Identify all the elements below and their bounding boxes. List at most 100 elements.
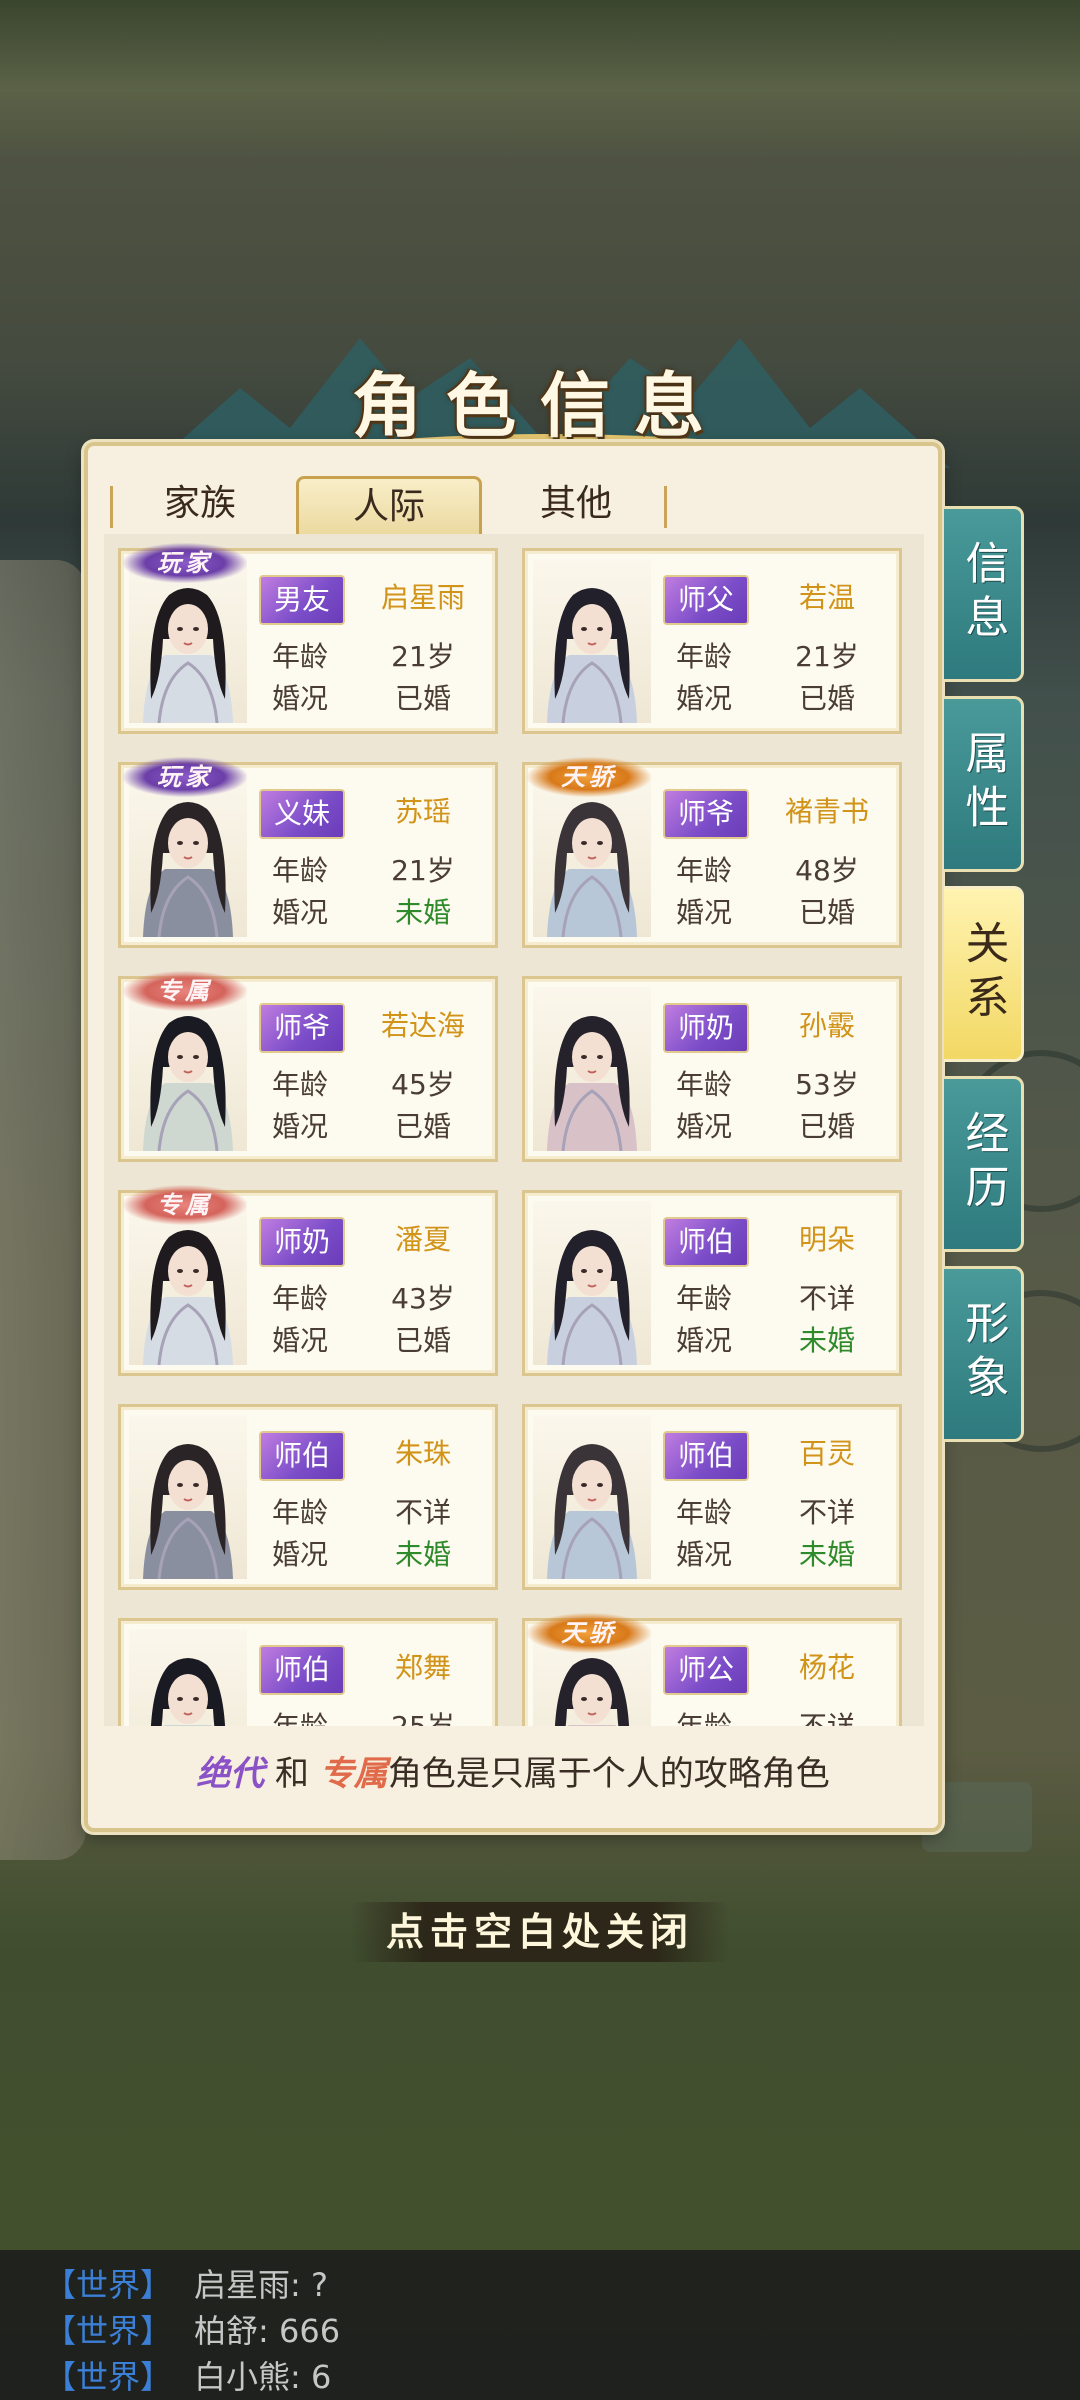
tab-separator — [664, 486, 667, 528]
character-badge: 天骄 — [527, 757, 651, 797]
age-label: 年龄 — [675, 1282, 732, 1315]
chat-message: 启星雨: ? — [194, 2266, 328, 2304]
character-name: 明朵 — [798, 1223, 855, 1256]
marriage-value: 已婚 — [798, 896, 855, 929]
character-card[interactable]: 师奶 孙霰 年龄 53岁 婚况 已婚 — [522, 976, 902, 1162]
side-tab-label: 信息 — [957, 540, 1009, 648]
character-portrait — [533, 987, 651, 1151]
side-tab-relations[interactable]: 关系 — [944, 886, 1024, 1062]
character-card[interactable]: 专属 师奶 潘夏年龄 43岁婚况 已婚 — [118, 1185, 498, 1376]
marriage-value: 未婚 — [798, 1538, 855, 1571]
character-badge: 玩家 — [123, 757, 247, 797]
relation-tag: 师父 — [663, 575, 749, 625]
character-name: 潘夏 — [394, 1223, 451, 1256]
relation-tag: 师奶 — [259, 1217, 345, 1267]
character-name: 若温 — [798, 581, 855, 614]
age-value: 48岁 — [795, 854, 859, 887]
marriage-value: 未婚 — [798, 1324, 855, 1357]
marriage-value: 已婚 — [394, 682, 451, 715]
character-badge: 玩家 — [123, 543, 247, 583]
age-label: 年龄 — [675, 1496, 732, 1529]
tab-family[interactable]: 家族 — [120, 476, 280, 532]
character-badge: 天骄 — [527, 1613, 651, 1653]
character-portrait — [129, 1629, 247, 1726]
relation-tag: 男友 — [259, 575, 345, 625]
age-label: 年龄 — [271, 854, 328, 887]
relation-tag: 师公 — [663, 1645, 749, 1695]
age-value: 45岁 — [391, 1068, 455, 1101]
relation-tag: 师伯 — [663, 1217, 749, 1267]
marriage-value: 未婚 — [394, 1538, 451, 1571]
character-portrait — [533, 559, 651, 723]
character-portrait — [533, 1201, 651, 1365]
side-tab-attributes[interactable]: 属性 — [944, 696, 1024, 872]
character-card[interactable]: 专属 师爷 若达海 年龄 45岁 婚况 已婚 — [118, 971, 498, 1162]
character-card[interactable]: 师父 若温 年龄 21岁 婚况 已婚 — [522, 548, 902, 734]
age-value: 不详 — [394, 1496, 451, 1529]
side-tab-info[interactable]: 信息 — [944, 506, 1024, 682]
chat-line: 【世界】 白小熊: 6 — [44, 2352, 331, 2398]
age-label: 年龄 — [271, 640, 328, 673]
character-card[interactable]: 师伯郑舞年龄25岁婚况 — [118, 1618, 498, 1726]
marriage-label: 婚况 — [675, 682, 732, 715]
character-card[interactable]: 玩家 义妹 苏瑶 年龄 21岁 婚况 未婚 — [118, 757, 498, 948]
character-portrait — [129, 773, 247, 937]
character-card[interactable]: 天骄 师爷 褚青书 年龄 48岁 婚况 已婚 — [522, 757, 902, 948]
side-tab-appearance[interactable]: 形象 — [944, 1266, 1024, 1442]
relation-tabs: 家族 人际 其他 — [110, 476, 670, 536]
character-badge: 专属 — [123, 1185, 247, 1225]
age-value: 43岁 — [391, 1282, 455, 1315]
chat-message: 白小熊: 6 — [194, 2358, 332, 2396]
character-card[interactable]: 师伯 朱珠 年龄 不详 婚况 未婚 — [118, 1404, 498, 1590]
chat-line: 【世界】 柏舒: 666 — [44, 2306, 340, 2352]
marriage-value: 已婚 — [394, 1110, 451, 1143]
marriage-value: 已婚 — [798, 682, 855, 715]
footnote: 绝代 和 专属角色是只属于个人的攻略角色 — [84, 1746, 942, 1795]
tab-other[interactable]: 其他 — [496, 476, 656, 532]
age-label: 年龄 — [675, 1068, 732, 1101]
footnote-and: 和 — [264, 1754, 320, 1794]
world-chat[interactable]: 【世界】 启星雨: ? 【世界】 柏舒: 666 【世界】 白小熊: 6 — [0, 2250, 1080, 2400]
marriage-label: 婚况 — [271, 896, 328, 929]
age-value: 不详 — [798, 1282, 855, 1315]
side-tab-experience[interactable]: 经历 — [944, 1076, 1024, 1252]
relation-tag: 师爷 — [663, 789, 749, 839]
character-name: 杨花 — [798, 1651, 855, 1684]
side-tab-label: 属性 — [957, 730, 1009, 838]
character-name: 启星雨 — [380, 581, 465, 614]
marriage-label: 婚况 — [271, 1324, 328, 1357]
age-value: 21岁 — [391, 640, 455, 673]
character-card[interactable]: 玩家 男友 启星雨年龄 21岁婚况 已婚 — [118, 543, 498, 734]
marriage-label: 婚况 — [271, 1538, 328, 1571]
marriage-value: 已婚 — [798, 1110, 855, 1143]
tab-social[interactable]: 人际 — [296, 476, 482, 535]
age-value: 不详 — [798, 1496, 855, 1529]
character-name: 朱珠 — [394, 1437, 451, 1470]
character-card[interactable]: 师伯 百灵 年龄 不详 婚况 未婚 — [522, 1404, 902, 1590]
age-label: 年龄 — [675, 640, 732, 673]
age-value: 53岁 — [795, 1068, 859, 1101]
marriage-label: 婚况 — [271, 682, 328, 715]
character-name: 若达海 — [380, 1009, 465, 1042]
character-portrait — [533, 773, 651, 937]
character-list[interactable]: 玩家 男友 启星雨 年龄 21岁 婚况 已婚 师父 若温 年龄 21岁 婚况 已婚 玩家 义妹 苏瑶 年龄 21岁… — [104, 534, 924, 1726]
chat-channel: 【世界】 — [44, 2358, 173, 2396]
chat-message: 柏舒: 666 — [194, 2312, 341, 2350]
character-portrait — [129, 559, 247, 723]
character-portrait — [129, 987, 247, 1151]
character-name: 郑舞 — [394, 1651, 451, 1684]
age-label: 年龄 — [271, 1282, 328, 1315]
character-card[interactable]: 天骄师公杨花年龄不详婚况 — [522, 1613, 902, 1726]
character-portrait — [129, 1201, 247, 1365]
side-tab-label: 关系 — [957, 920, 1009, 1028]
age-label: 年龄 — [271, 1496, 328, 1529]
age-label: 年龄 — [271, 1068, 328, 1101]
character-card[interactable]: 师伯 明朵 年龄 不详 婚况 未婚 — [522, 1190, 902, 1376]
close-hint: 点击空白处关闭 — [350, 1902, 730, 1962]
character-name: 褚青书 — [784, 795, 869, 828]
character-name: 苏瑶 — [394, 795, 451, 828]
marriage-value: 已婚 — [394, 1324, 451, 1357]
relation-tag: 师伯 — [663, 1431, 749, 1481]
footnote-juedai: 绝代 — [196, 1754, 265, 1794]
chat-channel: 【世界】 — [44, 2312, 173, 2350]
